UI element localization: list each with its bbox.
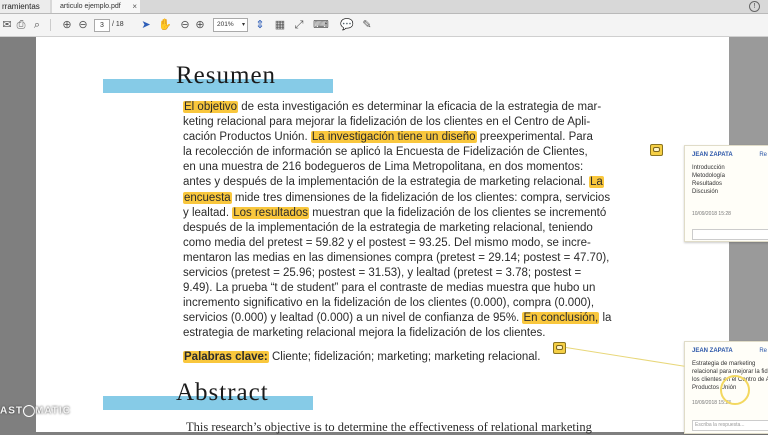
paragraph-text: muestran que la fidelización de los clie… [309,206,607,219]
keyboard-icon[interactable]: ⌨ [313,18,329,32]
paragraph-text: preexperimental. Para [476,131,593,144]
paragraph-text: cación Productos Unión. [183,131,311,144]
paragraph-line: keting relacional para mejorar la fideli… [183,115,640,130]
comment-timestamp: 10/09/2018 15:28 [692,211,731,217]
keywords-line: Palabras clave: Cliente; fidelización; m… [183,351,540,363]
abstract-paragraph: El objetivo de esta investigación es det… [183,100,640,342]
paragraph-text: 9.49). La prueba “t de student” para el … [183,282,596,295]
previous-page-icon[interactable]: ⊕ [60,18,74,32]
reply-link[interactable]: Re [759,348,767,354]
highlighted-text: El objetivo [183,101,239,113]
keywords-label: Palabras clave: [183,351,269,363]
highlighted-text: encuesta [183,191,232,204]
watermark-logo-icon [23,405,35,417]
zoom-out-icon[interactable]: ⊖ [178,18,192,32]
hand-tool-icon[interactable]: ✋ [158,18,172,32]
paragraph-text: como media del pretest = 59.82 y el post… [183,236,591,249]
paragraph-line: estrategia de marketing relacional mejor… [183,326,640,341]
paragraph-line: como media del pretest = 59.82 y el post… [183,236,640,251]
abstract-first-line: This research’s objective is to determin… [186,420,592,434]
mail-icon[interactable]: ✉ [0,18,14,32]
comment-author: JEAN ZAPATA [692,152,733,158]
keywords-text: Cliente; fidelización; marketing; market… [268,351,541,363]
comment-icon[interactable]: 💬 [340,18,354,32]
paragraph-text: en una muestra de 216 bodegueros de Lima… [183,161,584,174]
next-page-icon[interactable]: ⊖ [76,18,90,32]
help-icon[interactable]: ! [749,1,760,12]
paragraph-line: cación Productos Unión. La investigación… [183,130,640,145]
pdf-page: Resumen El objetivo de esta investigació… [36,37,729,434]
tab-strip: rramientas articulo ejemplo.pdf × ! [0,0,768,14]
paragraph-text: incremento significativo en la fidelizac… [183,297,595,310]
paragraph-text: mentaron las medias en las dimensiones c… [183,251,610,264]
paragraph-text: keting relacional para mejorar la fideli… [183,116,591,129]
paragraph-line: incremento significativo en la fidelizac… [183,296,640,311]
tab-tools-label: rramientas [2,2,40,11]
highlighted-text: La [588,176,604,189]
paragraph-line: servicios (pretest = 25.96; postest = 31… [183,266,640,281]
paragraph-line: la recolección de información se aplicó … [183,145,640,160]
cursor-highlight [720,375,750,405]
watermark: AST MATIC [0,405,71,417]
zoom-select[interactable]: 201% ▾ [213,18,248,32]
full-screen-icon[interactable]: ⤢ [292,18,306,32]
highlighted-text: En conclusión, [522,312,600,325]
tab-document[interactable]: articulo ejemplo.pdf × [52,0,140,13]
reply-input[interactable] [692,229,768,240]
paragraph-text: estrategia de marketing relacional mejor… [183,327,546,340]
reply-input[interactable]: Escriba la respuesta... [692,420,768,431]
paragraph-text: mide tres dimensiones de la fidelización… [231,191,611,204]
highlighted-text: Los resultados [232,206,310,219]
paragraph-line: después de la implementación de la estra… [183,221,640,236]
tab-document-label: articulo ejemplo.pdf [60,3,121,10]
paragraph-line: en una muestra de 216 bodegueros de Lima… [183,160,640,175]
comment-marker-icon[interactable] [553,342,566,354]
paragraph-text: servicios (pretest = 25.96; postest = 31… [183,267,582,280]
paragraph-line: 9.49). La prueba “t de student” para el … [183,281,640,296]
print-icon[interactable]: ⎙ [14,18,28,32]
close-icon[interactable]: × [132,0,137,13]
page-view-icon[interactable]: ▦ [273,18,287,32]
comment-author: JEAN ZAPATA [692,348,733,354]
reply-link[interactable]: Re [759,152,767,158]
pen-icon[interactable]: ✎ [360,18,374,32]
paragraph-line: servicios (0.000) y lealtad (0.000) a un… [183,311,640,326]
toolbar-divider [50,19,51,31]
watermark-left: AST [0,405,23,417]
zoom-value: 201% [217,21,234,28]
paragraph-line: encuesta mide tres dimensiones de la fid… [183,191,640,206]
watermark-right: MATIC [35,405,71,417]
search-icon[interactable]: ⌕ [30,18,44,32]
zoom-in-icon[interactable]: ⊕ [193,18,207,32]
tab-tools[interactable]: rramientas [0,0,50,13]
page-total: / 18 [112,21,124,28]
comment-body: Introducción Metodología Resultados Disc… [692,165,726,195]
paragraph-line: mentaron las medias en las dimensiones c… [183,251,640,266]
abstract-heading: Abstract [176,379,269,406]
fit-page-icon[interactable]: ⇕ [253,18,267,32]
paragraph-text: la recolección de información se aplicó … [183,146,588,159]
paragraph-text: después de la implementación de la estra… [183,221,593,234]
paragraph-text: la [599,312,612,325]
paragraph-line: El objetivo de esta investigación es det… [183,100,640,115]
paragraph-line: y lealtad. Los resultados muestran que l… [183,206,640,221]
select-cursor-icon[interactable]: ➤ [139,18,153,32]
comment-marker-icon[interactable] [650,144,663,156]
paragraph-text: de esta investigación es determinar la e… [238,101,602,113]
paragraph-text: antes y después de la implementación de … [183,176,589,189]
comment-card[interactable]: JEAN ZAPATA Re Introducción Metodología … [684,145,768,242]
paragraph-text: y lealtad. [183,206,233,219]
paragraph-text: servicios (0.000) y lealtad (0.000) a un… [183,312,523,325]
section-heading: Resumen [176,62,277,89]
chevron-down-icon: ▾ [241,22,245,28]
highlighted-text: La investigación tiene un diseño [310,131,477,144]
toolbar: ✉ ⎙ ⌕ ⊕ ⊖ 3 / 18 ➤ ✋ ⊖ ⊕ 201% ▾ ⇕ ▦ ⤢ ⌨ 💬… [0,14,768,37]
paragraph-line: antes y después de la implementación de … [183,175,640,190]
page-number-input[interactable]: 3 [94,19,110,32]
